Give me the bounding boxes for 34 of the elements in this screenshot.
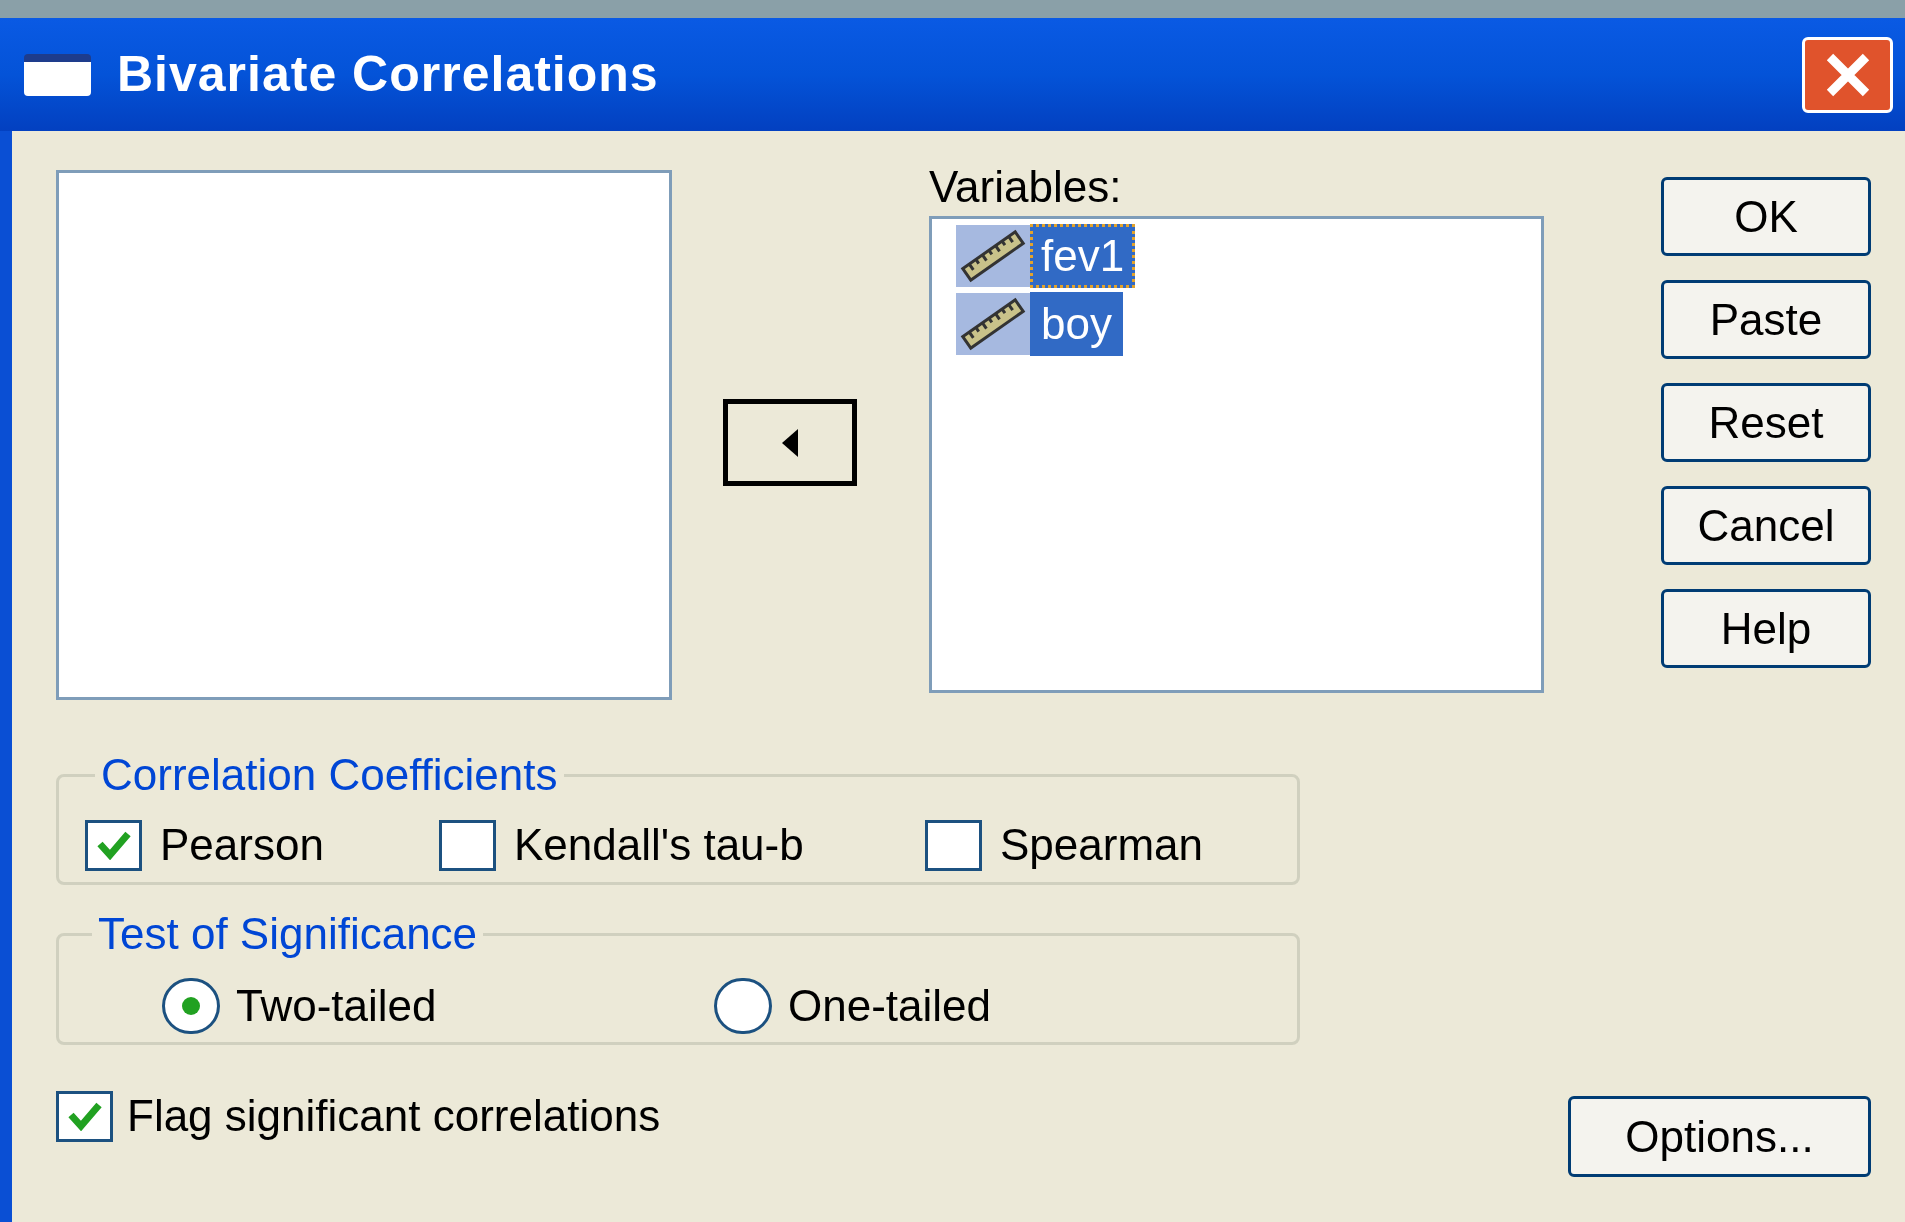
check-mark-icon (67, 1101, 102, 1131)
radio-label: One-tailed (788, 980, 991, 1032)
dialog-button[interactable]: Paste (1661, 280, 1871, 359)
variable-item[interactable]: fev1 (1030, 224, 1136, 288)
group-title: Correlation Coefficients (100, 749, 559, 801)
variables-label: Variables: (929, 162, 1123, 212)
window-title: Bivariate Correlations (117, 45, 659, 104)
checkbox-label: Flag significant correlations (127, 1090, 661, 1142)
dialog-button[interactable]: OK (1661, 177, 1871, 256)
checkbox[interactable] (85, 819, 142, 871)
close-button[interactable] (1802, 36, 1893, 113)
checkbox-label: Spearman (1000, 819, 1203, 871)
window-icon (24, 53, 91, 96)
ruler-icon (956, 293, 1030, 355)
checkbox[interactable] (925, 819, 982, 871)
radio-button[interactable] (714, 978, 772, 1034)
ruler-icon (956, 225, 1030, 287)
radio-label: Two-tailed (236, 980, 437, 1032)
dialog-button[interactable]: Help (1661, 589, 1871, 668)
options-button[interactable]: Options... (1568, 1096, 1871, 1177)
dialog-button[interactable]: Reset (1661, 383, 1871, 462)
checkbox[interactable] (439, 819, 496, 871)
dialog-button[interactable]: Cancel (1661, 486, 1871, 565)
radio-button[interactable] (162, 978, 220, 1034)
left-arrow-icon (782, 428, 798, 457)
variable-item[interactable]: boy (1030, 292, 1123, 356)
source-variable-list[interactable] (56, 170, 672, 700)
checkbox-label: Pearson (160, 819, 324, 871)
variables-list[interactable]: fev1 boy (929, 216, 1544, 693)
check-mark-icon (96, 830, 131, 860)
group-title: Test of Significance (97, 908, 479, 960)
checkbox-label: Kendall's tau-b (514, 819, 804, 871)
move-left-button[interactable] (723, 399, 857, 486)
checkbox[interactable] (56, 1090, 113, 1142)
